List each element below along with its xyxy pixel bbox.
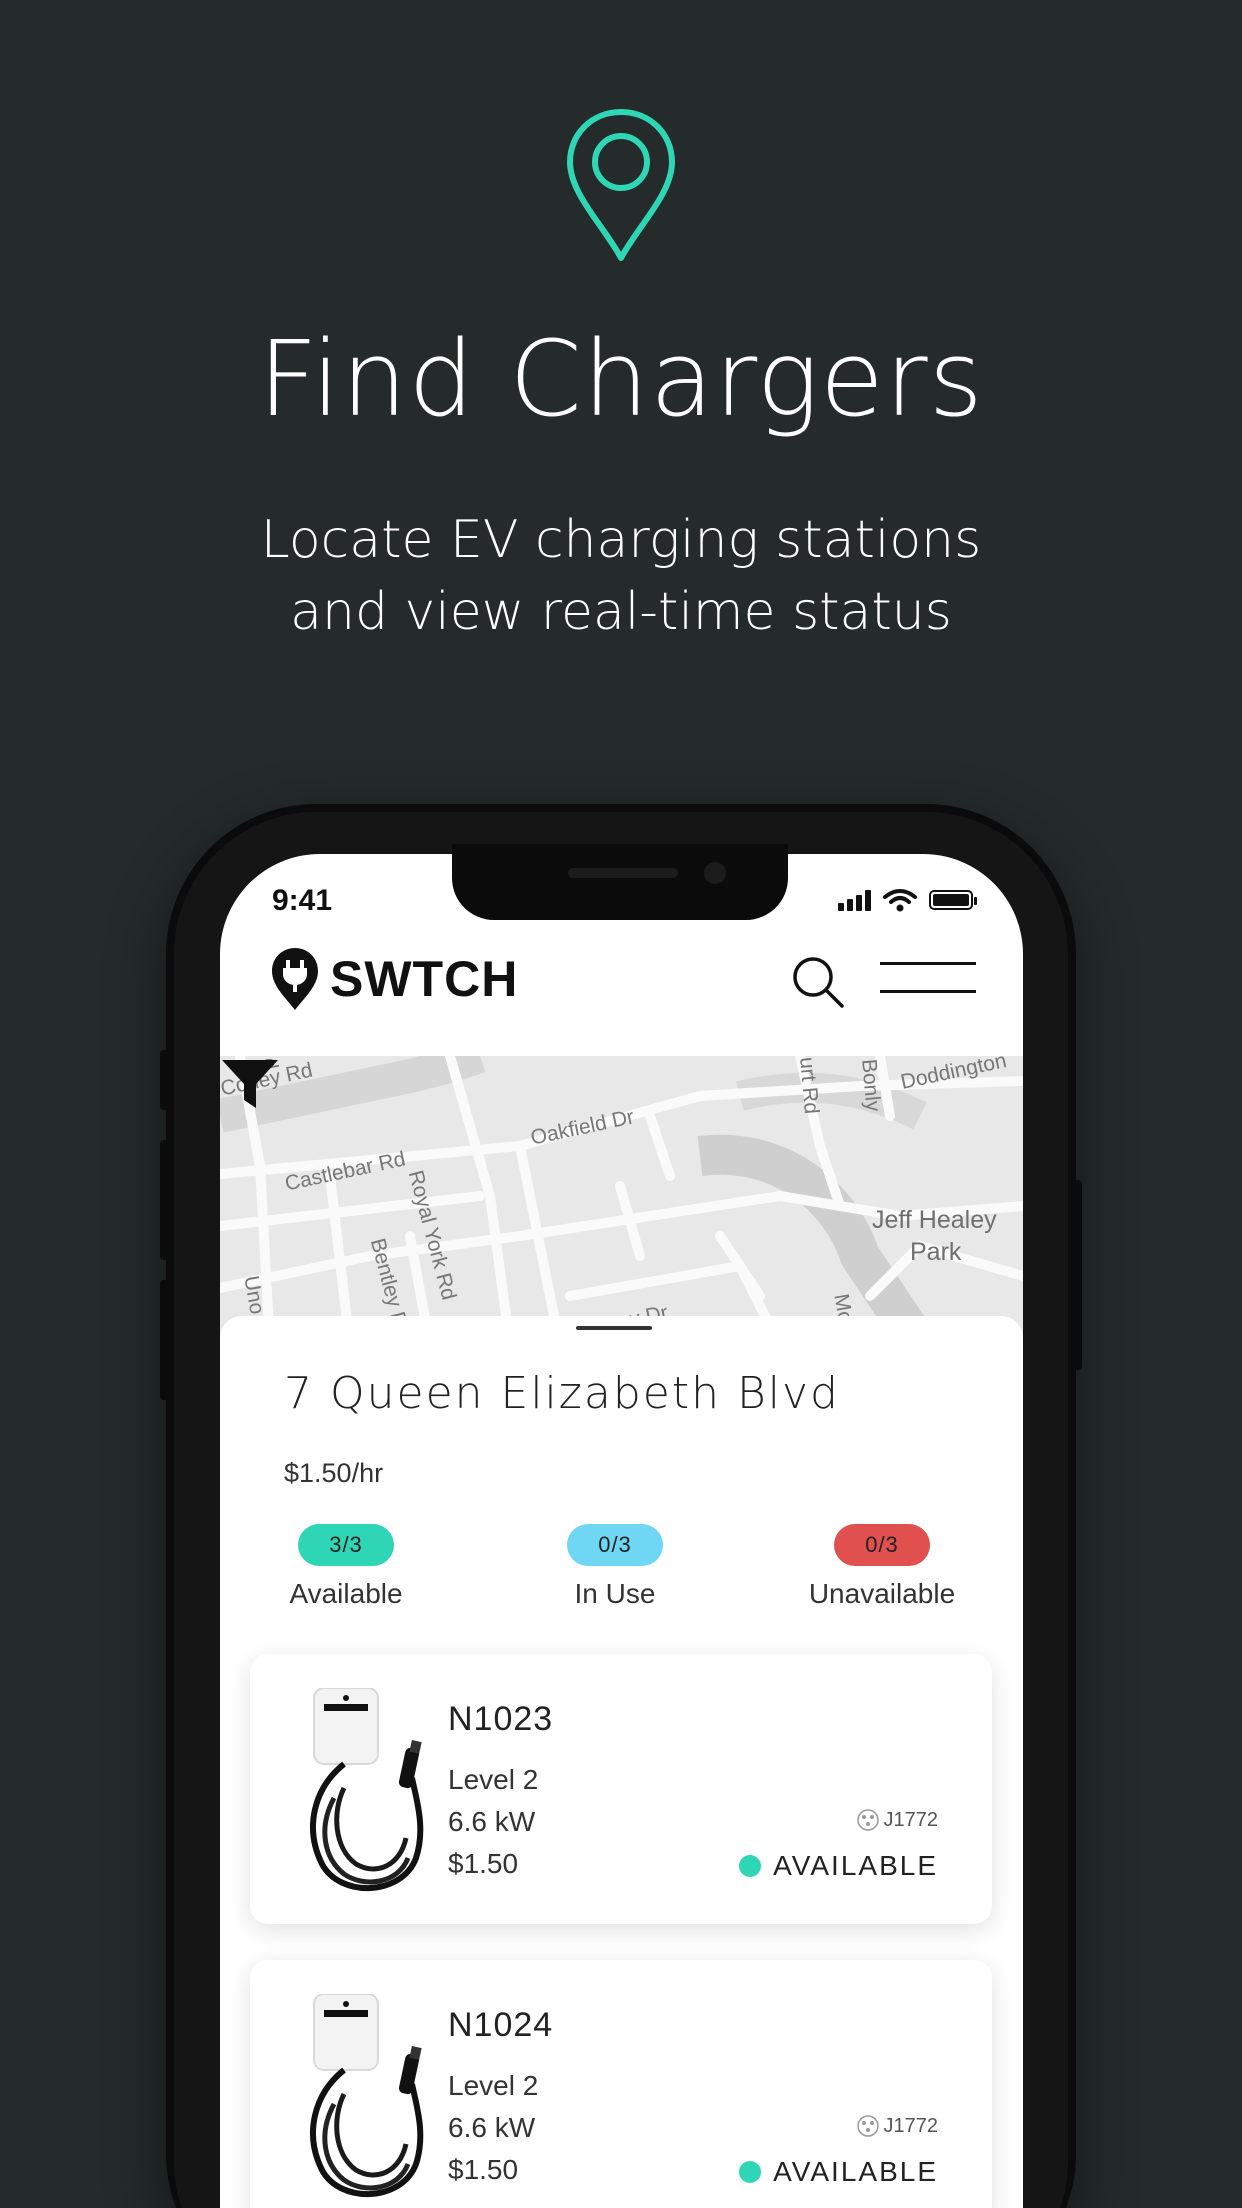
- stat-unavailable: 0/3 Unavailable: [782, 1524, 982, 1610]
- side-button: [1074, 1180, 1082, 1370]
- plug-pin-logo-icon: [272, 948, 318, 1010]
- map-label: urt Rd: [795, 1056, 823, 1115]
- charger-image: [310, 1994, 424, 2197]
- charger-id: N1023: [448, 1700, 554, 1738]
- side-button: [160, 1280, 168, 1400]
- page-title: Find Chargers: [258, 318, 984, 440]
- status-icons: [838, 888, 977, 912]
- charger-price: $1.50: [448, 2154, 519, 2185]
- charger-status: AVAILABLE: [739, 1850, 938, 1882]
- status-dot: [739, 1855, 762, 1877]
- charger-id: N1024: [448, 2006, 554, 2044]
- filter-icon[interactable]: [220, 1056, 280, 1112]
- search-icon[interactable]: [790, 954, 846, 1010]
- charger-level: Level 2: [448, 1764, 539, 1795]
- in-use-label: In Use: [574, 1578, 656, 1609]
- charger-power: 6.6 kW: [448, 1806, 536, 1837]
- phone-screen: 9:41 SWTCH Coney Rd Castlebar Rd Royal Y…: [220, 854, 1023, 2208]
- plug-icon: [856, 2115, 879, 2137]
- charger-status: AVAILABLE: [739, 2156, 938, 2188]
- location-sheet: 7 Queen Elizabeth Blvd $1.50/hr 3/3 Avai…: [220, 1316, 1023, 2208]
- charger-card[interactable]: N1023 Level 2 6.6 kW $1.50 J1772 AVAILAB…: [250, 1654, 992, 1924]
- brand-name: SWTCH: [330, 951, 519, 1007]
- charger-power: 6.6 kW: [448, 2112, 536, 2143]
- charger-price: $1.50: [448, 1848, 519, 1879]
- location-address: 7 Queen Elizabeth Blvd: [284, 1368, 840, 1419]
- charger-card[interactable]: N1024 Level 2 6.6 kW $1.50 J1772 AVAILAB…: [250, 1960, 992, 2208]
- connector-label: J1772: [883, 1808, 939, 1831]
- wifi-icon: [883, 889, 917, 912]
- unavailable-count-badge: 0/3: [834, 1524, 930, 1566]
- page-subtitle: Locate EV charging stations and view rea…: [260, 510, 982, 642]
- map-label: Park: [910, 1238, 962, 1266]
- charger-level: Level 2: [448, 2070, 539, 2101]
- stat-available: 3/3 Available: [246, 1524, 446, 1610]
- signal-icon: [838, 889, 871, 911]
- plug-icon: [856, 1809, 879, 1831]
- side-button: [160, 1140, 168, 1260]
- status-dot: [739, 2161, 762, 2183]
- status-label: AVAILABLE: [773, 2156, 938, 2187]
- phone-notch: [452, 844, 788, 920]
- battery-icon: [929, 890, 977, 910]
- available-count-badge: 3/3: [298, 1524, 394, 1566]
- stat-in-use: 0/3 In Use: [515, 1524, 715, 1610]
- map-view[interactable]: Coney Rd Castlebar Rd Royal York Rd Oakf…: [220, 1056, 1023, 1346]
- charger-image: [310, 1688, 424, 1891]
- available-label: Available: [289, 1578, 403, 1609]
- location-rate: $1.50/hr: [284, 1458, 384, 1488]
- connector-type: J1772: [856, 1808, 939, 1832]
- in-use-count-badge: 0/3: [567, 1524, 663, 1566]
- map-label: Bonly: [857, 1058, 885, 1113]
- menu-icon[interactable]: [880, 960, 976, 1004]
- connector-label: J1772: [883, 2114, 939, 2137]
- unavailable-label: Unavailable: [808, 1578, 956, 1609]
- status-time: 9:41: [272, 884, 333, 917]
- app-logo[interactable]: SWTCH: [270, 946, 518, 1012]
- side-button: [160, 1050, 168, 1110]
- status-label: AVAILABLE: [773, 1850, 938, 1881]
- location-pin-icon: [567, 109, 675, 261]
- map-label: Jeff Healey: [872, 1206, 997, 1234]
- sheet-handle[interactable]: [576, 1326, 652, 1330]
- map-roads: [220, 1056, 1023, 1346]
- connector-type: J1772: [856, 2114, 939, 2138]
